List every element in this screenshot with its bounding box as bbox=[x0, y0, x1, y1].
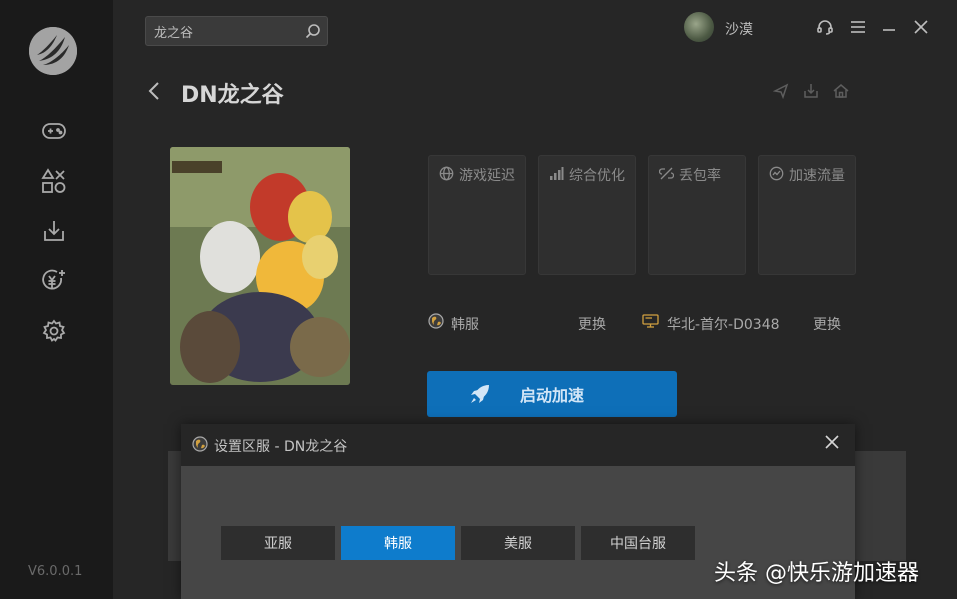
stat-label: 综合优化 bbox=[569, 168, 625, 184]
minimize-icon[interactable] bbox=[879, 17, 899, 37]
app-logo bbox=[29, 27, 77, 75]
change-region-link[interactable]: 更换 bbox=[578, 314, 606, 334]
search-input[interactable] bbox=[146, 17, 296, 45]
install-download-icon[interactable] bbox=[802, 82, 820, 100]
user-avatar[interactable] bbox=[684, 12, 714, 42]
headset-support-icon[interactable] bbox=[815, 17, 835, 37]
current-node: 华北-首尔-D0348 bbox=[667, 317, 780, 333]
broken-link-icon bbox=[658, 166, 675, 185]
home-icon[interactable] bbox=[832, 82, 850, 100]
game-title: DN龙之谷 bbox=[181, 83, 284, 108]
region-option-us[interactable]: 美服 bbox=[461, 526, 575, 560]
stat-card-optimization: 综合优化 bbox=[538, 155, 636, 275]
watermark: 头条 @快乐游加速器 bbox=[714, 561, 919, 586]
start-button-label: 启动加速 bbox=[519, 386, 584, 405]
stat-label: 游戏延迟 bbox=[459, 168, 515, 184]
change-node-link[interactable]: 更换 bbox=[813, 314, 841, 334]
menu-icon[interactable] bbox=[848, 17, 868, 37]
stat-label: 丢包率 bbox=[679, 168, 721, 184]
signal-bars-icon bbox=[549, 166, 564, 185]
stat-label: 加速流量 bbox=[789, 168, 845, 184]
close-window-icon[interactable] bbox=[911, 17, 931, 37]
pin-icon[interactable] bbox=[772, 82, 790, 100]
game-cover-image bbox=[170, 147, 350, 385]
username[interactable]: 沙漠 bbox=[725, 19, 753, 39]
rocket-icon bbox=[469, 383, 491, 409]
region-option-taiwan[interactable]: 中国台服 bbox=[581, 526, 695, 560]
stat-card-packet-loss: 丢包率 bbox=[648, 155, 746, 275]
dialog-header: 设置区服 - DN龙之谷 bbox=[181, 424, 855, 466]
start-acceleration-button[interactable]: 启动加速 bbox=[427, 371, 677, 417]
stat-card-latency: 游戏延迟 bbox=[428, 155, 526, 275]
app-version: V6.0.0.1 bbox=[28, 564, 83, 579]
dialog-title: 设置区服 - DN龙之谷 bbox=[214, 439, 348, 455]
search-icon[interactable] bbox=[305, 23, 321, 43]
region-option-asia[interactable]: 亚服 bbox=[221, 526, 335, 560]
stat-card-traffic: 加速流量 bbox=[758, 155, 856, 275]
settings-gear-icon[interactable] bbox=[40, 317, 68, 345]
dialog-close-icon[interactable] bbox=[824, 434, 840, 454]
dialog-globe-icon bbox=[192, 436, 208, 456]
region-option-korea[interactable]: 韩服 bbox=[341, 526, 455, 560]
sidebar: V6.0.0.1 bbox=[0, 0, 113, 599]
globe-icon bbox=[439, 166, 454, 185]
current-region: 韩服 bbox=[451, 317, 479, 333]
gamepad-icon[interactable] bbox=[40, 117, 68, 145]
server-node-icon bbox=[642, 313, 659, 333]
gauge-icon bbox=[769, 166, 784, 185]
search-box[interactable] bbox=[145, 16, 328, 46]
shapes-icon[interactable] bbox=[40, 167, 68, 195]
region-globe-icon bbox=[428, 313, 444, 333]
back-chevron-icon[interactable] bbox=[147, 80, 161, 106]
coin-icon[interactable] bbox=[40, 267, 68, 295]
download-icon[interactable] bbox=[40, 217, 68, 245]
